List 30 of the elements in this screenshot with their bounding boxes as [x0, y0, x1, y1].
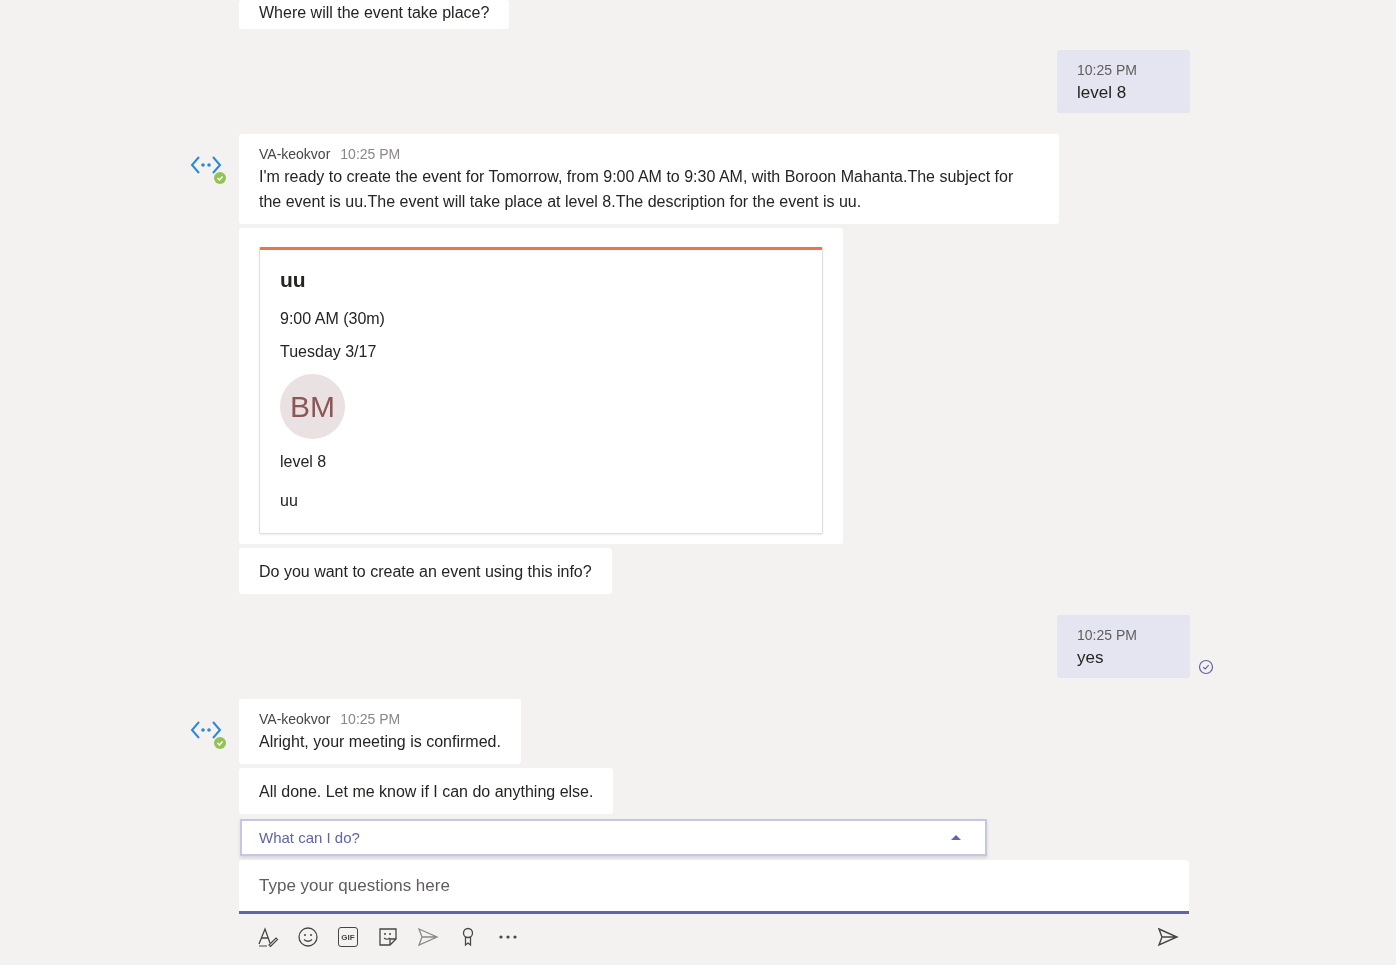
gif-button[interactable]: GIF	[338, 927, 358, 947]
event-location: level 8	[280, 452, 328, 472]
sticker-icon[interactable]	[377, 926, 399, 948]
message-time: 10:25 PM	[340, 711, 401, 727]
caret-icon	[951, 834, 961, 841]
message-text: Where will the event take place?	[259, 3, 490, 23]
attendee-avatar: BM	[280, 374, 345, 439]
emoji-icon[interactable]	[297, 926, 319, 948]
suggestions-dropdown[interactable]: What can I do?	[240, 819, 987, 856]
bot-avatar-icon	[190, 719, 226, 749]
event-title: uu	[280, 268, 307, 292]
message-input[interactable]: Type your questions here	[239, 860, 1189, 914]
message-time: 10:25 PM	[1077, 62, 1138, 79]
event-date: Tuesday 3/17	[280, 342, 378, 362]
send-arrow-icon[interactable]	[417, 926, 439, 948]
message-text: yes	[1077, 647, 1105, 669]
bot-avatar-icon	[190, 154, 226, 184]
message-text: Alright, your meeting is confirmed.	[259, 732, 501, 752]
message-text: Do you want to create an event using this info?	[259, 562, 592, 582]
sender-name: VA-keokvor	[259, 711, 331, 727]
message-text: level 8	[1077, 82, 1128, 104]
sender-name: VA-keokvor	[259, 146, 331, 162]
message-time: 10:25 PM	[1077, 627, 1138, 644]
message-time: 10:25 PM	[340, 146, 401, 162]
send-icon[interactable]	[1157, 926, 1179, 948]
message-text: All done. Let me know if I can do anything else.	[259, 782, 594, 802]
format-icon[interactable]	[257, 926, 279, 948]
event-description: uu	[280, 491, 299, 511]
event-time: 9:00 AM (30m)	[280, 309, 386, 329]
message-text: I'm ready to create the event for Tomorrow, from 9:00 AM to 9:30 AM, with Boroon Mahanta.The subject for the event is uu.The event will take place at level 8.The description for the event is uu.	[259, 167, 1015, 212]
